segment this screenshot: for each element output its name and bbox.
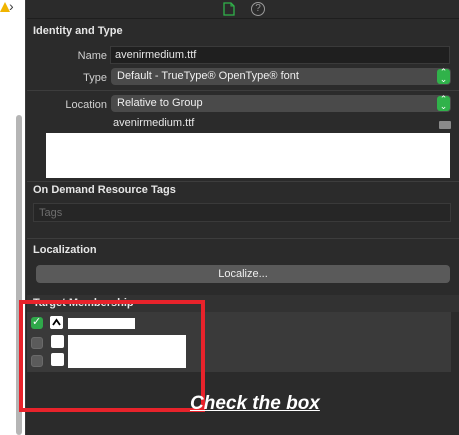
tags-input[interactable]: Tags: [33, 203, 451, 222]
name-field[interactable]: avenirmedium.ttf: [110, 46, 450, 64]
help-icon[interactable]: ?: [251, 2, 265, 16]
type-popup-value: Default - TrueType® OpenType® font: [117, 70, 299, 82]
type-popup[interactable]: Default - TrueType® OpenType® font ⌃ ⌄: [111, 68, 451, 85]
on-demand-section-title: On Demand Resource Tags: [33, 184, 176, 196]
full-path-field: [46, 133, 450, 178]
file-inspector-icon[interactable]: [223, 2, 235, 16]
popup-stepper-icon: ⌃ ⌄: [437, 68, 450, 84]
location-popup-value: Relative to Group: [117, 97, 203, 109]
inspector-toolbar: ?: [27, 0, 459, 19]
annotation-caption: Check the box: [190, 393, 320, 414]
divider: [27, 181, 459, 182]
folder-icon[interactable]: [439, 121, 451, 129]
localization-section-title: Localization: [33, 244, 97, 256]
location-label: Location: [65, 99, 107, 111]
name-label: Name: [77, 50, 107, 62]
popup-stepper-icon: ⌃ ⌄: [437, 95, 450, 111]
full-path-filename: avenirmedium.ttf: [113, 117, 195, 129]
localize-button[interactable]: Localize...: [36, 265, 450, 283]
divider: [27, 90, 459, 91]
location-popup[interactable]: Relative to Group ⌃ ⌄: [111, 95, 451, 112]
chevron-right-icon[interactable]: ›: [9, 0, 23, 14]
annotation-highlight-box: [19, 300, 205, 412]
type-label: Type: [83, 72, 107, 84]
divider: [27, 238, 459, 239]
identity-section-title: Identity and Type: [33, 25, 123, 37]
